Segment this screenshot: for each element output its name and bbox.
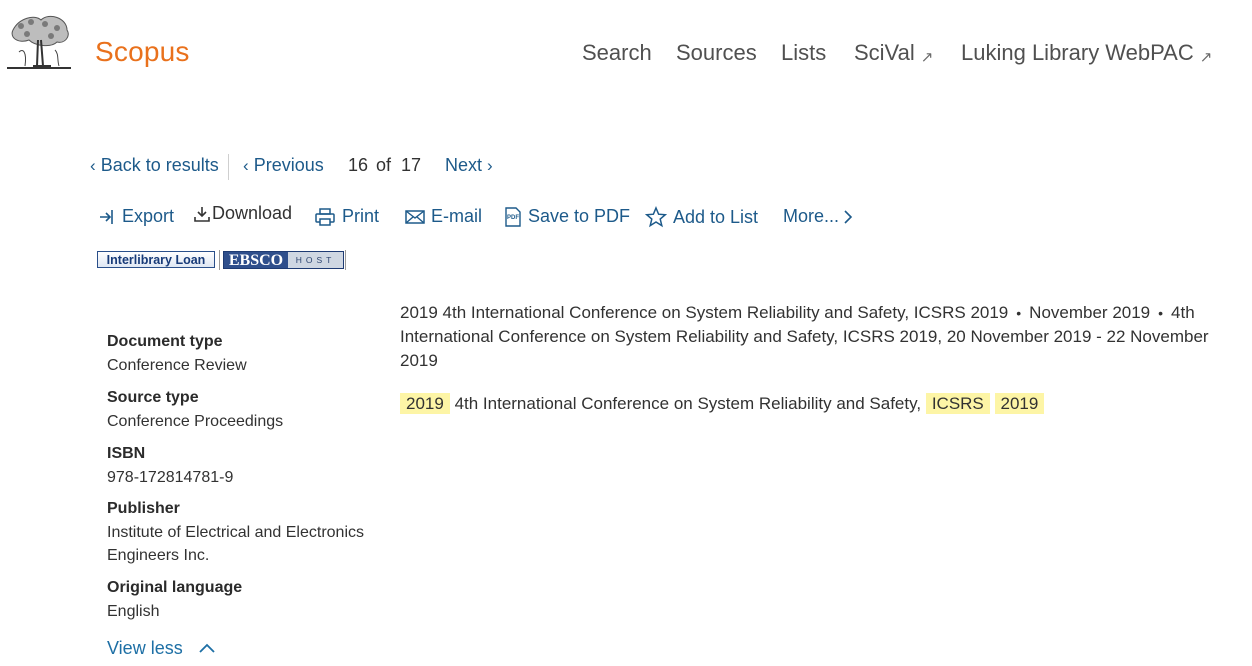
export-button[interactable]: Export — [98, 206, 174, 227]
document-title: 2019 4th International Conference on Sys… — [400, 392, 1045, 416]
nav-scival-link[interactable]: SciVal ↗ — [854, 40, 933, 66]
previous-link[interactable]: ‹ Previous — [243, 155, 324, 176]
source-date: November 2019 — [1029, 303, 1151, 322]
save-to-pdf-button[interactable]: PDF Save to PDF — [504, 206, 630, 227]
publisher-label: Publisher — [107, 500, 180, 517]
chevron-up-icon — [199, 643, 215, 653]
highlight-term: 2019 — [994, 393, 1045, 414]
pdf-file-icon: PDF — [505, 206, 521, 227]
original-language-value: English — [107, 603, 160, 620]
email-button[interactable]: E-mail — [405, 206, 482, 227]
source-title-link[interactable]: 2019 4th International Conference on Sys… — [400, 303, 1008, 322]
back-to-results-label: Back to results — [100, 155, 219, 175]
email-label: E-mail — [431, 206, 483, 226]
badge-divider — [219, 250, 220, 270]
scopus-brand-link[interactable]: Scopus — [95, 36, 190, 68]
nav-sources-link[interactable]: Sources — [676, 40, 757, 66]
source-type-label: Source type — [107, 389, 199, 406]
highlight-term: ICSRS — [925, 393, 990, 414]
external-link-icon: ↗ — [920, 49, 934, 66]
nav-lists-link[interactable]: Lists — [781, 40, 826, 66]
view-less-label: View less — [107, 638, 183, 658]
export-label: Export — [122, 206, 175, 226]
host-label: HOST — [288, 252, 343, 268]
back-to-results-link[interactable]: ‹ Back to results — [90, 155, 219, 176]
view-less-button[interactable]: View less — [107, 638, 216, 659]
chevron-right-icon: › — [487, 156, 493, 175]
previous-label: Previous — [253, 155, 324, 175]
svg-text:PDF: PDF — [507, 215, 519, 221]
page-of: of — [376, 155, 392, 175]
more-button[interactable]: More... — [783, 206, 855, 227]
publisher-value: Institute of Electrical and Electronics … — [107, 524, 365, 564]
page-total: 17 — [401, 155, 422, 175]
nav-scival-label: SciVal — [854, 40, 915, 65]
document-type-label: Document type — [107, 333, 223, 350]
more-label: More... — [783, 206, 840, 226]
envelope-icon — [405, 209, 425, 224]
next-label: Next — [445, 155, 483, 175]
badge-divider — [345, 250, 346, 270]
ebsco-label: EBSCO — [224, 252, 288, 269]
add-to-list-label: Add to List — [673, 206, 759, 227]
original-language-label: Original language — [107, 579, 243, 596]
download-icon — [194, 206, 210, 222]
nav-search-link[interactable]: Search — [582, 40, 652, 66]
printer-icon — [315, 207, 335, 226]
next-link[interactable]: Next › — [445, 155, 493, 176]
title-text: 4th International Conference on System R… — [454, 394, 922, 413]
source-type-value: Conference Proceedings — [107, 413, 284, 430]
pager-divider — [228, 154, 229, 180]
source-info: 2019 4th International Conference on Sys… — [400, 301, 1245, 373]
nav-webpac-label: Luking Library WebPAC — [961, 40, 1194, 65]
isbn-label: ISBN — [107, 445, 146, 462]
print-label: Print — [342, 206, 380, 226]
add-to-list-button[interactable]: Add to List — [645, 206, 758, 228]
page-current: 16 — [348, 155, 369, 175]
elsevier-tree-logo-icon[interactable] — [5, 12, 73, 72]
download-button[interactable]: Download — [193, 203, 292, 224]
bullet-separator: • — [1158, 305, 1164, 321]
chevron-left-icon: ‹ — [90, 156, 96, 175]
external-link-icon: ↗ — [1199, 49, 1213, 66]
nav-webpac-link[interactable]: Luking Library WebPAC ↗ — [961, 40, 1212, 66]
highlight-term: 2019 — [400, 393, 450, 414]
bullet-separator: • — [1016, 305, 1022, 321]
ebscohost-button[interactable]: EBSCO HOST — [223, 251, 344, 269]
star-icon — [645, 206, 667, 228]
interlibrary-loan-button[interactable]: Interlibrary Loan — [97, 251, 215, 268]
document-type-value: Conference Review — [107, 357, 247, 374]
chevron-right-icon — [844, 209, 853, 224]
isbn-value: 978-172814781-9 — [107, 469, 234, 486]
chevron-left-icon: ‹ — [243, 156, 249, 175]
export-icon — [100, 209, 113, 224]
print-button[interactable]: Print — [314, 206, 379, 227]
download-label: Download — [212, 203, 293, 223]
save-to-pdf-label: Save to PDF — [528, 206, 631, 226]
